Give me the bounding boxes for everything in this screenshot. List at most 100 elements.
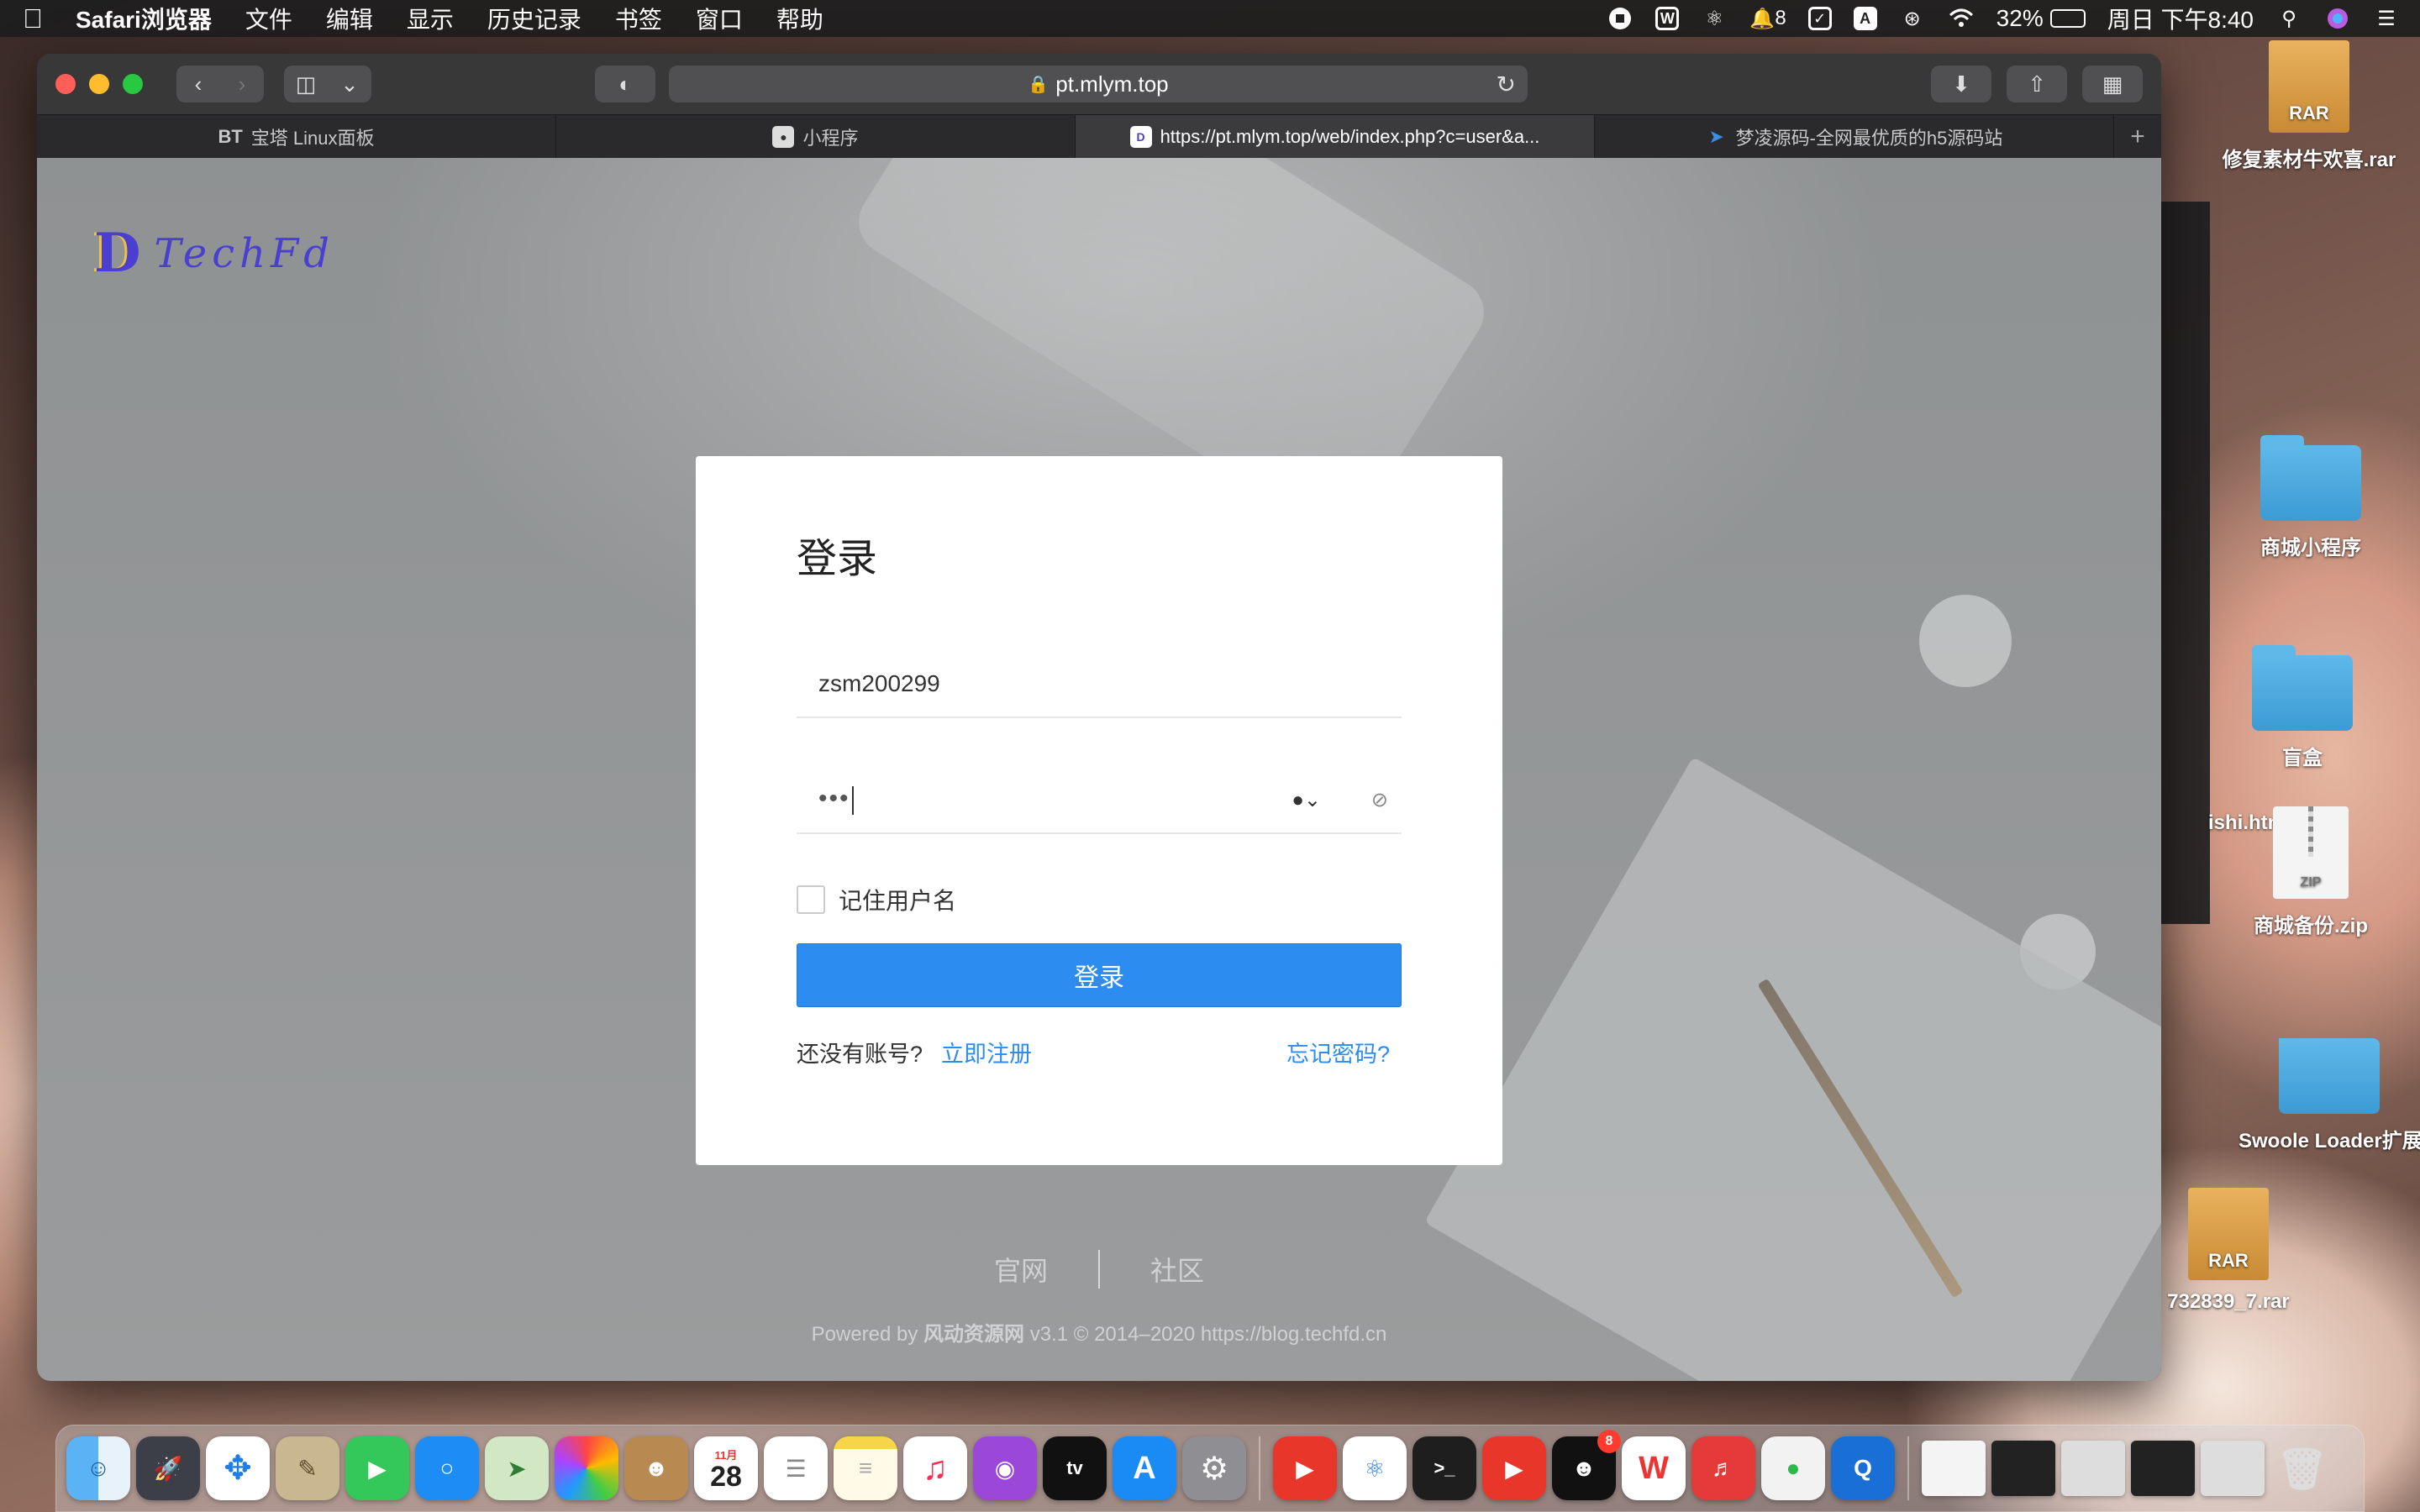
photos-icon[interactable] [555, 1436, 618, 1500]
finder-icon[interactable]: ☺ [66, 1436, 130, 1500]
menu-help[interactable]: 帮助 [776, 2, 823, 35]
tab-active-login[interactable]: D https://pt.mlym.top/web/index.php?c=us… [1076, 115, 1595, 158]
desktop-folder-mall[interactable]: 商城小程序 [2227, 435, 2395, 560]
reload-icon[interactable]: ↻ [1497, 71, 1516, 98]
netease-music-icon[interactable]: ♬ [1691, 1436, 1755, 1500]
tab-overview-button[interactable]: ▦ [2082, 66, 2143, 102]
login-button[interactable]: 登录 [797, 943, 1402, 1007]
video-app-icon[interactable]: ▶ [1273, 1436, 1337, 1500]
wps-office-icon[interactable]: W [1622, 1436, 1686, 1500]
share-button[interactable]: ⇧ [2007, 66, 2067, 102]
record-icon[interactable] [1607, 5, 1634, 32]
wifi-icon[interactable] [1948, 5, 1975, 32]
username-field[interactable] [797, 651, 1402, 718]
privacy-shield-icon[interactable]: ◐ [595, 66, 655, 102]
messages-icon[interactable]: ○ [415, 1436, 479, 1500]
battery-indicator[interactable]: 32% [1996, 5, 2086, 32]
back-button[interactable]: ‹ [176, 66, 220, 102]
calendar-month: 11月 [714, 1448, 738, 1462]
apple-tv-icon[interactable]: tv [1043, 1436, 1107, 1500]
maps-icon[interactable]: ➤ [485, 1436, 549, 1500]
menu-window[interactable]: 窗口 [696, 2, 743, 35]
remember-username[interactable]: 记住用户名 [797, 883, 1402, 916]
notes-icon[interactable]: ≡ [834, 1436, 897, 1500]
trash-icon[interactable]: 🗑 [2270, 1436, 2334, 1500]
facetime-icon[interactable]: ▶ [345, 1436, 409, 1500]
tab-mini-program[interactable]: ● 小程序 [556, 115, 1076, 158]
notification-icon[interactable]: 🔔 8 [1749, 5, 1786, 32]
new-tab-button[interactable]: + [2114, 115, 2161, 158]
quicktime-icon[interactable]: Q [1831, 1436, 1895, 1500]
logo-mark-icon: D [94, 222, 141, 285]
spotlight-search-icon[interactable]: ⚲ [2275, 5, 2302, 32]
desktop-file-rar[interactable]: RAR 修复素材牛欢喜.rar [2208, 40, 2410, 172]
menu-edit[interactable]: 编辑 [326, 2, 373, 35]
wps-icon[interactable]: W [1655, 7, 1680, 30]
downloads-button[interactable]: ⬇ [1931, 66, 1991, 102]
forgot-password-link[interactable]: 忘记密码? [1286, 1036, 1390, 1068]
menu-file[interactable]: 文件 [245, 2, 292, 35]
menu-bookmarks[interactable]: 书签 [615, 2, 662, 35]
sidebar-dropdown-icon[interactable]: ⌄ [328, 66, 371, 102]
launchpad-icon[interactable]: 🚀 [136, 1436, 200, 1500]
address-bar[interactable]: 🔒 pt.mlym.top ↻ [669, 66, 1528, 102]
input-method-icon[interactable]: A [1853, 7, 1877, 30]
baidu-netdisk-icon[interactable]: ⚛ [1343, 1436, 1407, 1500]
minimize-window-button[interactable] [89, 74, 109, 94]
footer-link-official[interactable]: 官网 [994, 1250, 1048, 1289]
tab-mengling-source[interactable]: ➤ 梦凌源码-全网最优质的h5源码站 [1595, 115, 2114, 158]
remember-checkbox[interactable] [797, 885, 825, 914]
wechat-dock-icon[interactable]: ● [1761, 1436, 1825, 1500]
apple-menu-icon[interactable]:  [20, 3, 45, 34]
reminders-icon[interactable]: ☰ [764, 1436, 828, 1500]
forward-button[interactable]: › [220, 66, 264, 102]
desktop-file-zip[interactable]: ZIP 商城备份.zip [2218, 806, 2403, 938]
browser-toolbar: ‹ › ◫ ⌄ ◐ 🔒 pt.mlym.top ↻ ⬇ ⇧ ▦ [37, 54, 2161, 114]
minimized-window-thumbnail[interactable] [2061, 1441, 2125, 1496]
show-password-icon[interactable]: ⊘ [1371, 788, 1388, 812]
qq-badge: 8 [1597, 1430, 1621, 1453]
calendar-icon[interactable]: 11月 28 [694, 1436, 758, 1500]
minimized-window-thumbnail[interactable] [2131, 1441, 2195, 1496]
close-window-button[interactable] [55, 74, 76, 94]
desktop-folder-blindbox[interactable]: 盲盒 [2227, 645, 2378, 770]
site-logo[interactable]: D TechFd [94, 222, 334, 285]
username-input[interactable] [797, 670, 1402, 697]
menu-app-name[interactable]: Safari浏览器 [76, 2, 212, 35]
minimized-window-thumbnail[interactable] [1991, 1441, 2055, 1496]
safari-icon[interactable]: ✥ [206, 1436, 270, 1500]
register-link[interactable]: 立即注册 [941, 1036, 1032, 1068]
cloud-sync-icon[interactable]: ⚛ [1701, 5, 1728, 32]
music-icon[interactable]: ♫ [903, 1436, 967, 1500]
screenshot-icon[interactable]: ✓ [1807, 7, 1832, 30]
app-store-icon[interactable]: A [1113, 1436, 1176, 1500]
minimized-window-thumbnail[interactable] [1922, 1441, 1986, 1496]
desktop-folder-swoole[interactable]: Swoole Loader扩展 [2238, 1038, 2420, 1153]
desktop-file-rar-2[interactable]: RAR 732839_7.rar [2161, 1188, 2296, 1314]
contacts-icon[interactable]: ☻ [624, 1436, 688, 1500]
zoom-window-button[interactable] [123, 74, 143, 94]
control-center-icon[interactable]: ☰ [2373, 5, 2400, 32]
presentation-app-icon[interactable]: ▶ [1482, 1436, 1546, 1500]
folder-icon [2279, 1038, 2380, 1114]
podcasts-icon[interactable]: ◉ [973, 1436, 1037, 1500]
menu-history[interactable]: 历史记录 [487, 2, 581, 35]
sidebar-toggle-button[interactable]: ◫ [284, 66, 328, 102]
terminal-icon[interactable]: >_ [1413, 1436, 1476, 1500]
system-preferences-icon[interactable]: ⚙ [1182, 1436, 1246, 1500]
minimized-window-thumbnail[interactable] [2201, 1441, 2265, 1496]
bluetooth-icon[interactable]: ⊛ [1899, 5, 1926, 32]
battery-icon [2049, 9, 2086, 28]
password-field[interactable]: ••• ●⌄ ⊘ [797, 767, 1402, 834]
clock[interactable]: 周日 下午8:40 [2107, 2, 2254, 35]
tab-title: https://pt.mlym.top/web/index.php?c=user… [1160, 125, 1540, 147]
password-key-icon[interactable]: ●⌄ [1292, 788, 1321, 812]
footer-link-community[interactable]: 社区 [1150, 1250, 1204, 1289]
qq-icon[interactable]: ☻ 8 [1552, 1430, 1621, 1500]
preview-icon[interactable]: ✎ [276, 1436, 339, 1500]
no-account-text: 还没有账号? [797, 1042, 923, 1067]
password-input[interactable]: ••• [797, 785, 854, 815]
siri-icon[interactable] [2324, 5, 2351, 32]
tab-bt-panel[interactable]: BT 宝塔 Linux面板 [37, 115, 556, 158]
menu-view[interactable]: 显示 [407, 2, 454, 35]
